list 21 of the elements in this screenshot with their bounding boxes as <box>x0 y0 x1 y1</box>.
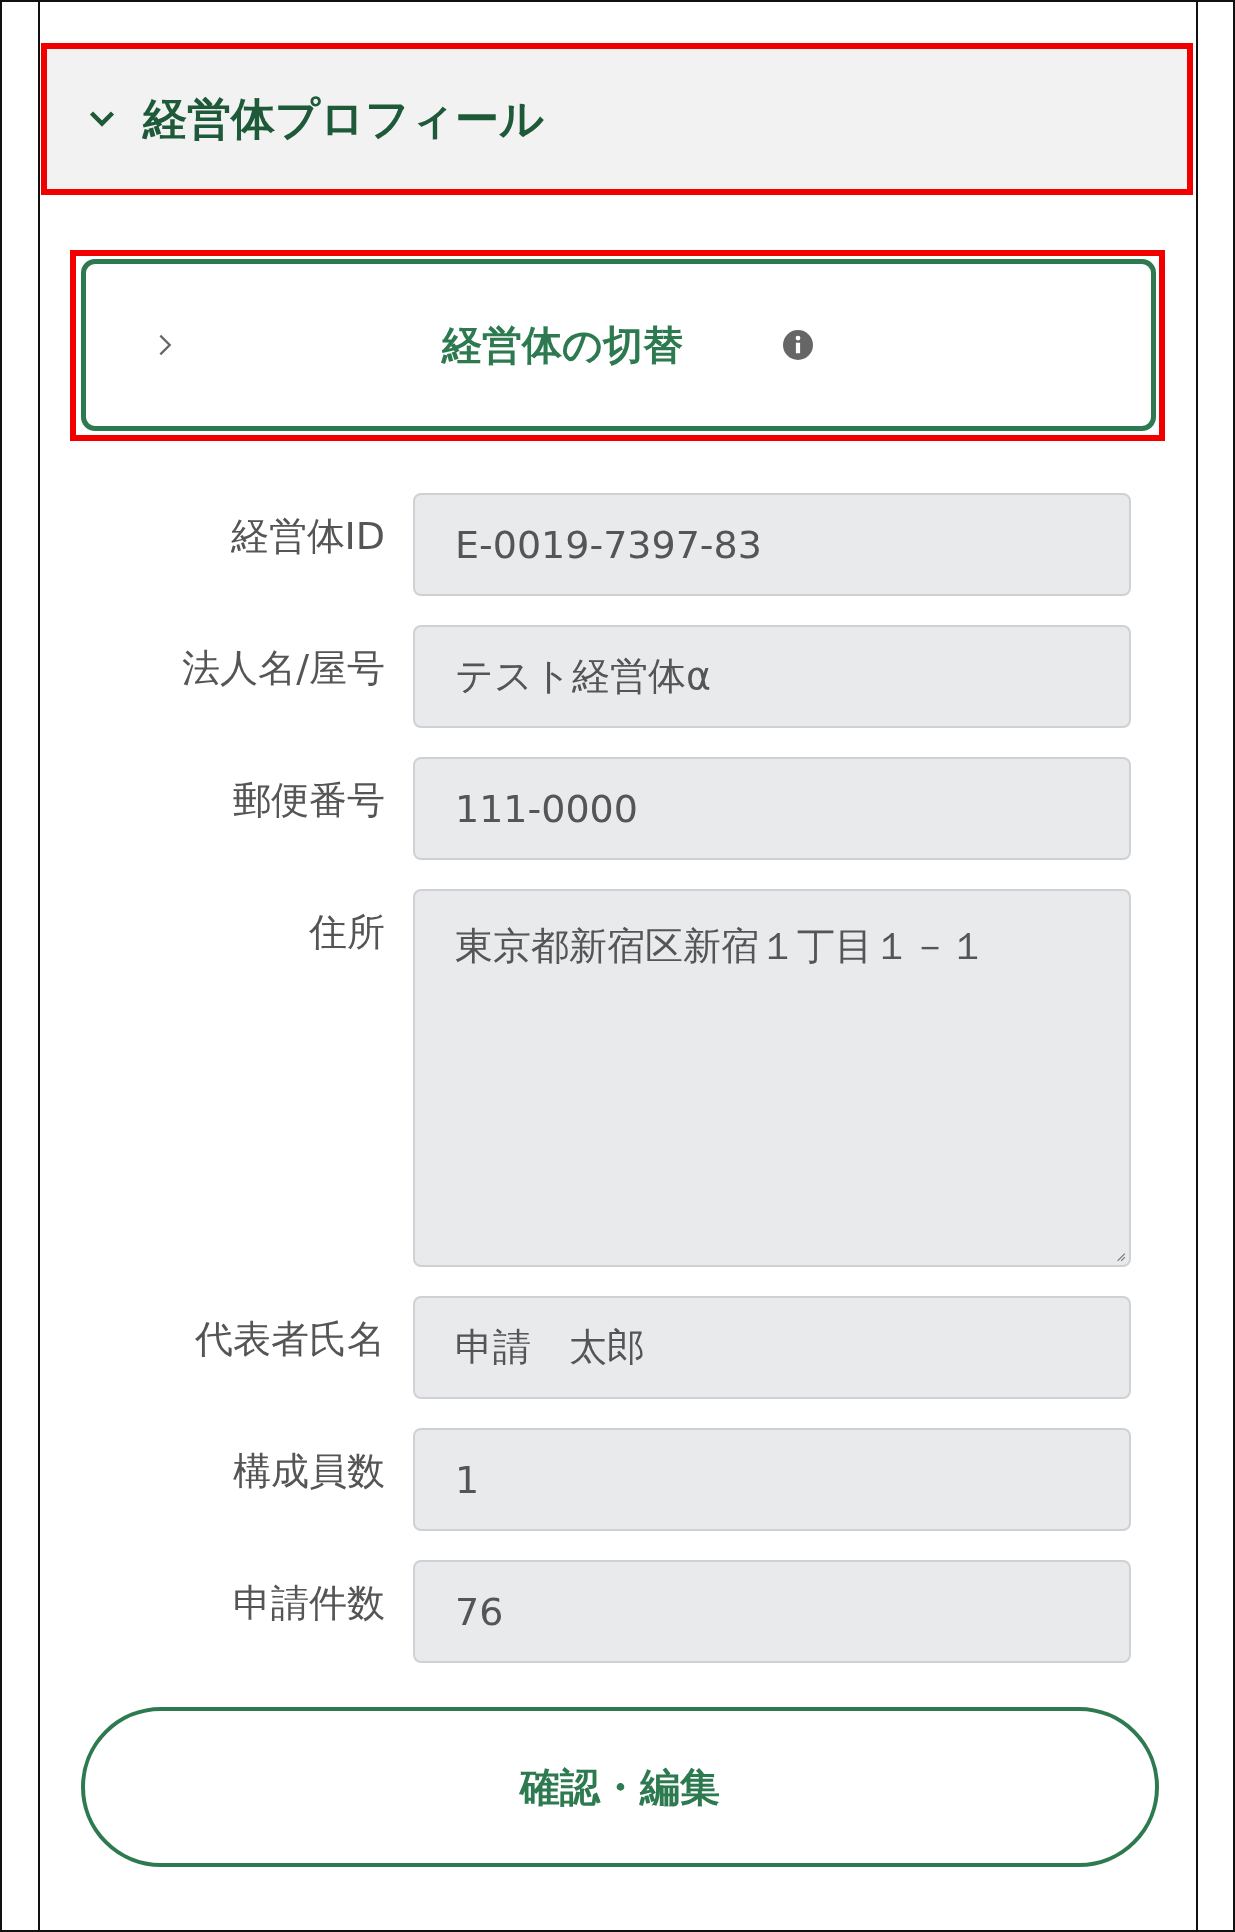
input-field[interactable]: テスト経営体α <box>413 625 1131 728</box>
section-header[interactable]: 経営体プロフィール <box>47 49 1187 189</box>
input-field[interactable]: 76 <box>413 1560 1131 1663</box>
field-label: 代表者氏名 <box>194 1316 385 1363</box>
edit-button[interactable]: 確認・編集 <box>81 1707 1159 1867</box>
field-label: 構成員数 <box>232 1448 385 1495</box>
field-label: 郵便番号 <box>232 777 385 824</box>
field-label: 法人名/屋号 <box>181 645 385 692</box>
input-field[interactable]: 111-0000 <box>413 757 1131 860</box>
chevron-right-icon <box>158 333 172 357</box>
field-label: 経営体ID <box>229 513 385 560</box>
input-field[interactable]: E-0019-7397-83 <box>413 493 1131 596</box>
field-label: 住所 <box>308 909 385 956</box>
info-icon <box>783 330 813 360</box>
textarea-field[interactable]: 東京都新宿区新宿１丁目１－１ <box>413 889 1131 1267</box>
resize-handle-icon <box>1114 1250 1126 1262</box>
field-label: 申請件数 <box>232 1580 385 1627</box>
input-field[interactable]: 申請 太郎 <box>413 1296 1131 1399</box>
switch-button[interactable]: 経営体の切替 <box>81 259 1156 431</box>
section-title: 経営体プロフィール <box>143 91 544 146</box>
input-field[interactable]: 1 <box>413 1428 1131 1531</box>
